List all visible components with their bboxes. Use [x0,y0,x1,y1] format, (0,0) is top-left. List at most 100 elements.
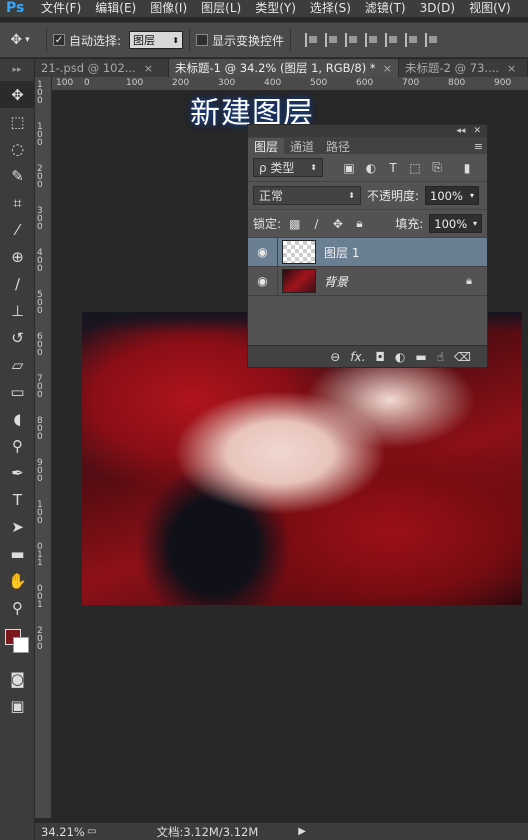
new-layer-icon[interactable]: ☝ [437,350,444,364]
filter-kind-dropdown[interactable]: ρ 类型 ⬍ [253,158,323,177]
tab-channels[interactable]: 通道 [284,138,320,154]
lock-transparency-icon[interactable]: ▩ [287,216,303,232]
ruler-tick-label: 1 [37,558,43,568]
dodge-tool-icon[interactable]: ⚲ [0,432,35,459]
panel-menu-icon[interactable]: ≡ [474,140,483,153]
menu-select[interactable]: 选择(S) [303,0,358,17]
tab-document-2[interactable]: 未标题-1 @ 34.2% (图层 1, RGB/8) * × [169,59,399,77]
move-tool-preset[interactable]: ✥ ▾ [0,28,40,52]
shape-filter-icon[interactable]: ⬚ [407,160,423,176]
stamp-tool-icon[interactable]: ⊥ [0,297,35,324]
shape-tool-icon[interactable]: ▬ [0,540,35,567]
background-color-swatch[interactable] [13,637,29,653]
pen-tool-icon[interactable]: ✒ [0,459,35,486]
brush-tool-icon[interactable]: ∕ [0,270,35,297]
ruler-tick-label: 0 [37,516,43,526]
align-right-icon[interactable] [405,33,419,47]
crop-tool-icon[interactable]: ⌗ [0,189,35,216]
zoom-tool-icon[interactable]: ⚲ [0,594,35,621]
align-left-icon[interactable] [365,33,379,47]
align-hcenter-icon[interactable] [385,33,399,47]
layer-name[interactable]: 背景 [324,273,459,290]
image-filter-icon[interactable]: ▣ [341,160,357,176]
distribute-icon[interactable] [425,33,439,47]
path-select-tool-icon[interactable]: ➤ [0,513,35,540]
layer-row-background[interactable]: ◉ 背景 🔒︎ [248,266,487,296]
close-icon[interactable]: ✕ [473,126,481,136]
folder-icon[interactable]: ▬ [415,350,426,364]
eraser-tool-icon[interactable]: ▱ [0,351,35,378]
auto-select-dropdown[interactable]: 图层 ⬍ [129,31,184,49]
history-brush-tool-icon[interactable]: ↺ [0,324,35,351]
menu-view[interactable]: 视图(V) [462,0,518,17]
status-menu-arrow[interactable]: ▶ [298,826,306,837]
mask-icon[interactable]: ◘ [375,350,385,364]
ruler-tick-label: 0 [37,390,43,400]
link-icon[interactable]: ⊖ [330,350,340,364]
gradient-tool-icon[interactable]: ▭ [0,378,35,405]
type-tool-icon[interactable]: T [0,486,35,513]
opacity-input[interactable]: 100% ▾ [425,186,480,205]
menu-file[interactable]: 文件(F) [34,0,88,17]
layer-name[interactable]: 图层 1 [324,244,487,261]
menu-edit[interactable]: 编辑(E) [88,0,143,17]
chevron-down-icon[interactable]: ▾ [473,219,477,228]
lock-position-icon[interactable]: ✥ [330,216,346,232]
type-filter-icon[interactable]: T [385,160,401,176]
zoom-level[interactable]: 34.21% [35,825,87,839]
tab-document-1[interactable]: 21-.psd @ 102... × [35,59,169,77]
ruler-tick-label: 400 [264,78,282,88]
quick-mask-icon[interactable]: ◙ [0,665,35,692]
align-vcenter-icon[interactable] [325,33,339,47]
eye-icon[interactable]: ◉ [248,237,278,267]
lock-label: 锁定: [253,217,282,231]
lock-all-icon[interactable]: 🔒︎ [352,216,368,232]
auto-select-checkbox[interactable]: ✓ [53,34,65,46]
tools-panel: ▸▸ ✥ ⬚ ◌ ✎ ⌗ ⁄ ⊕ ∕ ⊥ ↺ ▱ ▭ ◖ ⚲ ✒ T ➤ ▬ ✋… [0,59,35,840]
close-icon[interactable]: × [144,62,153,75]
fx-icon[interactable]: fx. [350,350,365,364]
ruler-tick-label: 0 [37,642,43,652]
lasso-tool-icon[interactable]: ◌ [0,135,35,162]
show-transform-checkbox[interactable] [196,34,209,46]
menu-image[interactable]: 图像(I) [143,0,194,17]
align-top-icon[interactable] [305,33,319,47]
fill-label: 填充: [395,217,424,231]
smart-object-filter-icon[interactable]: ⎘ [429,160,445,176]
trash-icon[interactable]: ⌫ [454,350,471,364]
document-tabs: 21-.psd @ 102... × 未标题-1 @ 34.2% (图层 1, … [35,59,528,77]
blend-mode-dropdown[interactable]: 正常 ⬍ [253,186,361,205]
layer-row-layer1[interactable]: ◉ 图层 1 [248,237,487,267]
fill-input[interactable]: 100% ▾ [429,214,483,233]
menu-filter[interactable]: 滤镜(T) [358,0,413,17]
close-icon[interactable]: × [507,62,516,75]
blur-tool-icon[interactable]: ◖ [0,405,35,432]
ruler-tick-label: 0 [37,348,43,358]
adjustment-icon[interactable]: ◐ [395,350,405,364]
quick-select-tool-icon[interactable]: ✎ [0,162,35,189]
menu-3d[interactable]: 3D(D) [413,0,462,17]
marquee-tool-icon[interactable]: ⬚ [0,108,35,135]
adjustment-filter-icon[interactable]: ◐ [363,160,379,176]
chevron-down-icon[interactable]: ▾ [470,191,474,200]
close-icon[interactable]: × [383,62,392,75]
menu-type[interactable]: 类型(Y) [248,0,303,17]
hand-tool-icon[interactable]: ✋ [0,567,35,594]
collapse-icon[interactable]: ◂◂ [456,126,465,136]
chevron-down-icon: ▾ [25,35,30,45]
tab-layers[interactable]: 图层 [248,138,285,154]
screen-mode-icon[interactable]: ▣ [0,692,35,719]
align-bottom-icon[interactable] [345,33,359,47]
filter-toggle-icon[interactable]: ▮ [459,160,475,176]
menu-layer[interactable]: 图层(L) [194,0,248,17]
toolbar-grip-icon[interactable]: ▸▸ [0,59,34,81]
layers-empty-area[interactable] [248,296,487,350]
healing-tool-icon[interactable]: ⊕ [0,243,35,270]
move-tool-icon[interactable]: ✥ [0,81,35,108]
eye-icon[interactable]: ◉ [248,266,278,296]
lock-pixels-icon[interactable]: ∕ [309,216,325,232]
tab-document-3[interactable]: 未标题-2 @ 73.... × [399,59,528,77]
eyedropper-tool-icon[interactable]: ⁄ [0,216,35,243]
vertical-ruler[interactable]: 1001002003004005006007008009001000110012… [35,77,52,818]
tab-paths[interactable]: 路径 [320,138,356,154]
